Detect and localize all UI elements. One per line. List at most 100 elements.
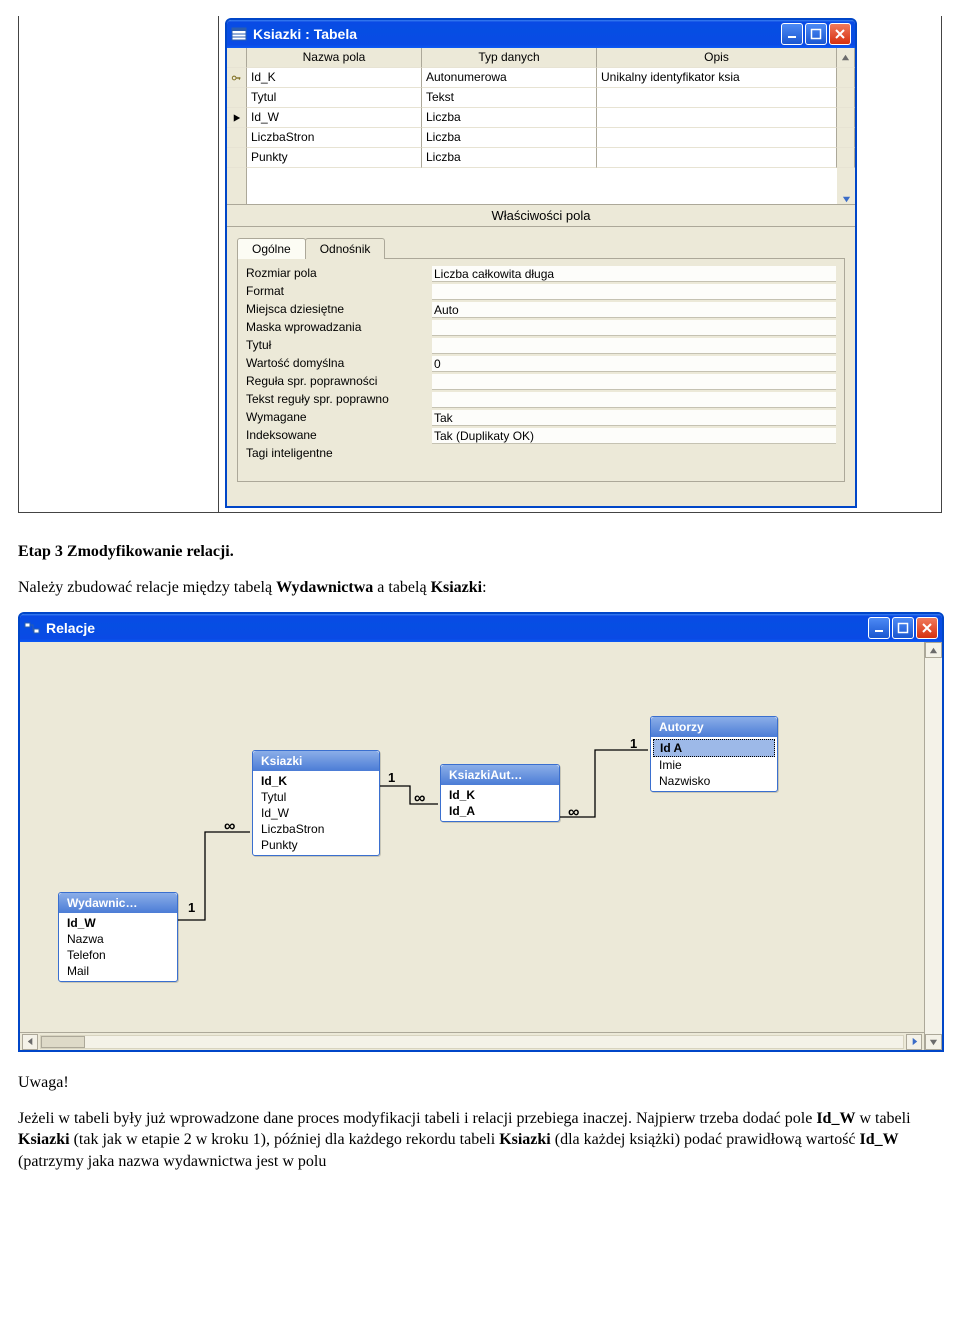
blank-rows	[227, 168, 855, 204]
prop-row[interactable]: Tagi inteligentne	[246, 445, 836, 463]
scroll-up-button[interactable]	[925, 642, 942, 658]
table-field[interactable]: Mail	[61, 963, 175, 979]
prop-value[interactable]	[432, 320, 836, 336]
titlebar[interactable]: Relacje	[20, 614, 942, 642]
table-field[interactable]: Punkty	[255, 837, 377, 853]
table-title[interactable]: Ksiazki	[253, 751, 379, 771]
table-field[interactable]: Telefon	[61, 947, 175, 963]
prop-row[interactable]: Wartość domyślna0	[246, 355, 836, 373]
table-field[interactable]: Imie	[653, 757, 775, 773]
field-desc[interactable]	[597, 128, 837, 148]
text: (patrzymy jaka nazwa wydawnictwa jest w …	[18, 1153, 326, 1170]
vertical-scrollbar[interactable]	[924, 642, 942, 1050]
field-name[interactable]: Tytul	[247, 88, 422, 108]
minimize-button[interactable]	[781, 23, 803, 45]
table-title[interactable]: Wydawnic…	[59, 893, 177, 913]
field-type[interactable]: Liczba	[422, 108, 597, 128]
table-field[interactable]: Id_W	[61, 915, 175, 931]
field-name[interactable]: Id_W	[247, 108, 422, 128]
prop-label: Reguła spr. poprawności	[246, 374, 432, 390]
prop-row[interactable]: Reguła spr. poprawności	[246, 373, 836, 391]
scroll-track	[837, 128, 855, 148]
table-field[interactable]: Tytul	[255, 789, 377, 805]
field-desc[interactable]	[597, 88, 837, 108]
field-type[interactable]: Tekst	[422, 88, 597, 108]
prop-row[interactable]: Format	[246, 283, 836, 301]
tab-general[interactable]: Ogólne	[237, 238, 306, 259]
prop-value[interactable]	[432, 392, 836, 408]
table-autorzy[interactable]: Autorzy Id A Imie Nazwisko	[650, 716, 778, 792]
prop-label: Tytuł	[246, 338, 432, 354]
table-row[interactable]: LiczbaStron Liczba	[227, 128, 855, 148]
table-fields: Id_K Tytul Id_W LiczbaStron Punkty	[253, 771, 379, 855]
prop-value[interactable]	[432, 374, 836, 390]
relations-canvas[interactable]: 1 ∞ 1 ∞ ∞ 1 Wydawnic… Id_W Nazwa Telefon…	[20, 642, 924, 1032]
table-row[interactable]: Punkty Liczba	[227, 148, 855, 168]
maximize-button[interactable]	[805, 23, 827, 45]
scroll-up-button[interactable]	[837, 48, 855, 68]
prop-value[interactable]: Liczba całkowita długa	[432, 266, 836, 282]
table-row[interactable]: Tytul Tekst	[227, 88, 855, 108]
prop-row[interactable]: Tekst reguły spr. poprawno	[246, 391, 836, 409]
horizontal-scrollbar[interactable]	[20, 1032, 924, 1050]
field-type[interactable]: Liczba	[422, 128, 597, 148]
table-field[interactable]: LiczbaStron	[255, 821, 377, 837]
field-desc[interactable]: Unikalny identyfikator ksia	[597, 68, 837, 88]
maximize-button[interactable]	[892, 617, 914, 639]
prop-value[interactable]	[432, 338, 836, 354]
col-header-type[interactable]: Typ danych	[422, 48, 597, 68]
prop-row[interactable]: Miejsca dziesiętneAuto	[246, 301, 836, 319]
table-field[interactable]: Id_K	[443, 787, 557, 803]
row-selector[interactable]	[227, 88, 247, 108]
col-header-name[interactable]: Nazwa pola	[247, 48, 422, 68]
prop-row[interactable]: Tytuł	[246, 337, 836, 355]
table-design-window: Ksiazki : Tabela Nazwa pola Typ danych O…	[225, 18, 857, 508]
table-field[interactable]: Id_A	[443, 803, 557, 819]
row-selector[interactable]	[227, 128, 247, 148]
tab-lookup[interactable]: Odnośnik	[305, 238, 386, 259]
scroll-thumb[interactable]	[41, 1036, 85, 1048]
prop-row[interactable]: Rozmiar polaLiczba całkowita długa	[246, 265, 836, 283]
field-name[interactable]: Punkty	[247, 148, 422, 168]
prop-row[interactable]: IndeksowaneTak (Duplikaty OK)	[246, 427, 836, 445]
scroll-track[interactable]	[40, 1035, 904, 1049]
table-ksiazkiautorzy[interactable]: KsiazkiAut… Id_K Id_A	[440, 764, 560, 822]
prop-value[interactable]: Tak (Duplikaty OK)	[432, 428, 836, 444]
scroll-right-button[interactable]	[906, 1034, 922, 1050]
table-field[interactable]: Nazwisko	[653, 773, 775, 789]
table-field-selected[interactable]: Id A	[653, 739, 775, 757]
prop-value[interactable]	[432, 284, 836, 300]
table-row[interactable]: Id_K Autonumerowa Unikalny identyfikator…	[227, 68, 855, 88]
scroll-down-button[interactable]	[837, 168, 855, 204]
prop-value[interactable]	[432, 446, 836, 462]
table-row[interactable]: Id_W Liczba	[227, 108, 855, 128]
table-field[interactable]: Id_K	[255, 773, 377, 789]
prop-value[interactable]: 0	[432, 356, 836, 372]
field-desc[interactable]	[597, 148, 837, 168]
row-selector[interactable]	[227, 148, 247, 168]
prop-row[interactable]: Maska wprowadzania	[246, 319, 836, 337]
prop-value[interactable]: Auto	[432, 302, 836, 318]
table-wydawnictwa[interactable]: Wydawnic… Id_W Nazwa Telefon Mail	[58, 892, 178, 982]
field-type[interactable]: Liczba	[422, 148, 597, 168]
prop-row[interactable]: WymaganeTak	[246, 409, 836, 427]
scroll-left-button[interactable]	[22, 1034, 38, 1050]
close-button[interactable]	[916, 617, 938, 639]
prop-value[interactable]: Tak	[432, 410, 836, 426]
field-name[interactable]: Id_K	[247, 68, 422, 88]
table-title[interactable]: KsiazkiAut…	[441, 765, 559, 785]
field-desc[interactable]	[597, 108, 837, 128]
table-field[interactable]: Nazwa	[61, 931, 175, 947]
table-title[interactable]: Autorzy	[651, 717, 777, 737]
minimize-button[interactable]	[868, 617, 890, 639]
close-button[interactable]	[829, 23, 851, 45]
field-name[interactable]: LiczbaStron	[247, 128, 422, 148]
titlebar[interactable]: Ksiazki : Tabela	[227, 20, 855, 48]
col-header-desc[interactable]: Opis	[597, 48, 837, 68]
field-type[interactable]: Autonumerowa	[422, 68, 597, 88]
scroll-down-button[interactable]	[925, 1034, 942, 1050]
table-field[interactable]: Id_W	[255, 805, 377, 821]
table-ksiazki[interactable]: Ksiazki Id_K Tytul Id_W LiczbaStron Punk…	[252, 750, 380, 856]
text: Jeżeli w tabeli były już wprowadzone dan…	[18, 1110, 816, 1127]
scroll-track[interactable]	[925, 658, 942, 1034]
